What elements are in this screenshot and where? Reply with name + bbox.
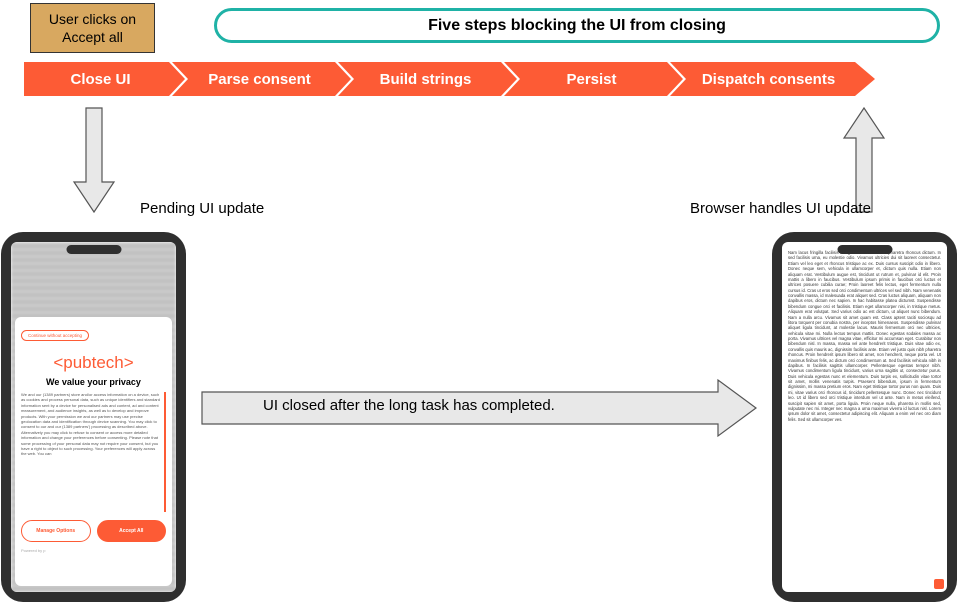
modal-buttons: Manage Options Accept All [21, 520, 166, 542]
step-label: Parse consent [208, 71, 311, 88]
phone-after: Nam lacus fringilla facilisis at eget od… [772, 232, 957, 602]
modal-title: We value your privacy [21, 377, 166, 387]
arrow-down-icon [72, 106, 116, 216]
step-close-ui: Close UI [24, 62, 169, 96]
article-text: Nam lacus fringilla facilisis at eget od… [788, 250, 941, 586]
focus-indicator-icon [934, 579, 944, 589]
phone-screen: Continue without accepting <pubtech> We … [11, 242, 176, 592]
step-dispatch-consents: Dispatch consents [670, 62, 855, 96]
banner-title: Five steps blocking the UI from closing [428, 17, 726, 35]
step-label: Close UI [70, 71, 130, 88]
modal-body: We and our (1389 partners) store and/or … [21, 392, 166, 512]
step-build-strings: Build strings [338, 62, 501, 96]
powered-by: Powered by p [21, 548, 166, 553]
user-action-box: User clicks on Accept all [30, 3, 155, 53]
pipeline: Close UI Parse consent Build strings Per… [24, 62, 855, 96]
browser-label: Browser handles UI update [690, 200, 871, 217]
phone-screen: Nam lacus fringilla facilisis at eget od… [782, 242, 947, 592]
consent-modal: Continue without accepting <pubtech> We … [15, 317, 172, 586]
phone-notch-icon [66, 245, 121, 254]
phone-before: Continue without accepting <pubtech> We … [1, 232, 186, 602]
manage-options-button[interactable]: Manage Options [21, 520, 91, 542]
arrow-up-icon [842, 104, 886, 214]
step-label: Build strings [380, 71, 472, 88]
step-parse-consent: Parse consent [172, 62, 335, 96]
user-action-label: User clicks on Accept all [31, 10, 154, 46]
blocking-banner: Five steps blocking the UI from closing [214, 8, 940, 43]
continue-without-link[interactable]: Continue without accepting [21, 330, 89, 341]
step-label: Persist [566, 71, 616, 88]
closed-label: UI closed after the long task has comple… [263, 397, 555, 414]
accept-all-button[interactable]: Accept All [97, 520, 167, 542]
pending-label: Pending UI update [140, 200, 264, 217]
vendor-logo: <pubtech> [21, 353, 166, 373]
step-persist: Persist [504, 62, 667, 96]
step-label: Dispatch consents [702, 71, 835, 88]
